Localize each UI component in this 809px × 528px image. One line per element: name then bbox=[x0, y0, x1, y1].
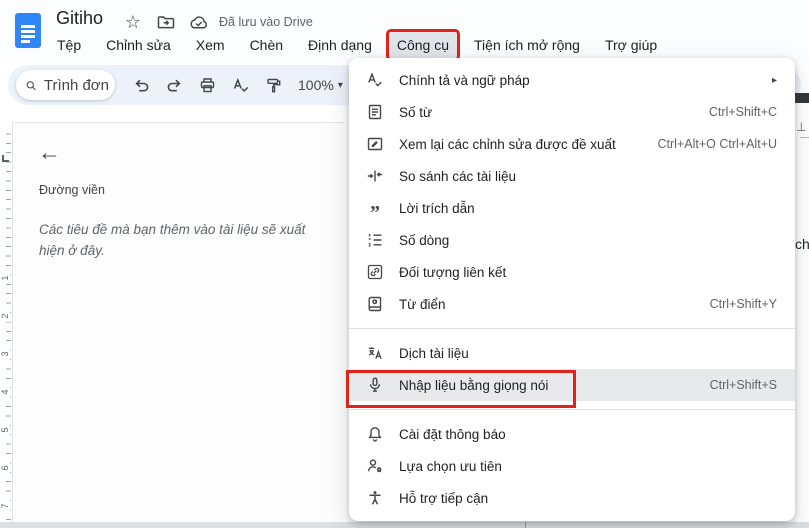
menu-item-linked-objects[interactable]: Đối tượng liên kết bbox=[349, 256, 795, 288]
spellcheck-icon bbox=[366, 71, 384, 89]
redo-button[interactable] bbox=[161, 72, 187, 98]
cloud-saved-icon[interactable] bbox=[188, 11, 210, 33]
saved-status: Đã lưu vào Drive bbox=[219, 15, 313, 29]
menu-item-preferences[interactable]: Lựa chọn ưu tiên bbox=[349, 450, 795, 482]
menu-item-citations[interactable]: ” Lời trích dẫn bbox=[349, 192, 795, 224]
right-indent-marker[interactable]: ⊥ bbox=[796, 120, 806, 134]
redo-icon bbox=[167, 79, 181, 91]
search-menus-button[interactable]: Trình đơn bbox=[16, 70, 115, 100]
print-icon bbox=[200, 77, 214, 92]
menu-item-translate-document[interactable]: Dịch tài liệu bbox=[349, 337, 795, 369]
undo-icon bbox=[134, 79, 148, 91]
preferences-icon bbox=[366, 457, 384, 475]
vertical-ruler[interactable]: 1 2 3 4 5 6 7 bbox=[0, 125, 12, 522]
outline-panel: ← Đường viền Các tiêu đề mà bạn thêm vào… bbox=[12, 122, 344, 522]
menu-item-line-numbers[interactable]: Số dòng bbox=[349, 224, 795, 256]
page-edge-line bbox=[525, 522, 526, 528]
menubar-item-extensions[interactable]: Tiện ích mở rộng bbox=[466, 32, 588, 58]
spellcheck-button[interactable] bbox=[227, 72, 253, 98]
submenu-arrow-icon: ▸ bbox=[771, 74, 777, 86]
menu-divider bbox=[349, 409, 795, 410]
ruler-number: 5 bbox=[0, 424, 10, 436]
menubar-item-help[interactable]: Trợ giúp bbox=[597, 32, 665, 58]
menu-item-compare-documents[interactable]: So sánh các tài liệu bbox=[349, 160, 795, 192]
menu-item-voice-typing[interactable]: Nhập liệu bằng giọng nói Ctrl+Shift+S bbox=[349, 369, 795, 401]
zoom-level: 100% bbox=[298, 77, 334, 93]
menu-item-spelling-grammar[interactable]: Chính tả và ngữ pháp ▸ bbox=[349, 64, 795, 96]
document-partial-text: ch bbox=[795, 236, 809, 252]
search-label: Trình đơn bbox=[43, 76, 109, 94]
menu-item-accessibility[interactable]: Hỗ trợ tiếp cận bbox=[349, 482, 795, 514]
ruler-number: 1 bbox=[0, 272, 10, 284]
spellcheck-icon bbox=[233, 77, 248, 92]
ruler-margin-marker[interactable] bbox=[2, 155, 9, 162]
menubar-item-view[interactable]: Xem bbox=[188, 32, 233, 58]
star-icon[interactable]: ☆ bbox=[122, 11, 144, 33]
translate-icon bbox=[366, 344, 384, 362]
paint-format-button[interactable] bbox=[260, 72, 286, 98]
outline-empty-hint: Các tiêu đề mà bạn thêm vào tài liệu sẽ … bbox=[39, 222, 306, 258]
menubar: Tệp Chỉnh sửa Xem Chèn Định dạng Công cụ… bbox=[49, 29, 674, 61]
menu-item-review-suggested-edits[interactable]: Xem lại các chỉnh sửa được đề xuất Ctrl+… bbox=[349, 128, 795, 160]
menubar-item-file[interactable]: Tệp bbox=[49, 32, 89, 58]
document-title[interactable]: Gitiho bbox=[56, 8, 103, 29]
outline-panel-title: Đường viền bbox=[39, 183, 105, 197]
review-edits-icon bbox=[366, 135, 384, 153]
menubar-item-insert[interactable]: Chèn bbox=[242, 32, 291, 58]
undo-button[interactable] bbox=[128, 72, 154, 98]
linked-objects-icon bbox=[366, 263, 384, 281]
ruler-number: 3 bbox=[0, 348, 10, 360]
close-outline-button[interactable]: ← bbox=[38, 141, 61, 164]
page-top-edge bbox=[800, 137, 809, 138]
menu-item-dictionary[interactable]: Từ điển Ctrl+Shift+Y bbox=[349, 288, 795, 320]
search-icon bbox=[26, 80, 36, 90]
zoom-select[interactable]: 100% ▾ bbox=[298, 77, 343, 93]
menu-item-word-count[interactable]: Số từ Ctrl+Shift+C bbox=[349, 96, 795, 128]
microphone-icon bbox=[366, 376, 384, 394]
menubar-item-tools[interactable]: Công cụ bbox=[385, 29, 461, 61]
menubar-item-format[interactable]: Định dạng bbox=[300, 32, 380, 58]
move-folder-icon[interactable] bbox=[155, 11, 177, 33]
paint-format-icon bbox=[266, 78, 280, 92]
dictionary-icon bbox=[366, 295, 384, 313]
canvas-bottom-strip bbox=[0, 522, 809, 528]
zoom-dropdown-caret: ▾ bbox=[337, 79, 343, 91]
notification-bell-icon bbox=[366, 425, 384, 443]
citations-icon: ” bbox=[370, 201, 380, 224]
print-button[interactable] bbox=[194, 72, 220, 98]
accessibility-icon bbox=[366, 489, 384, 507]
ruler-number: 2 bbox=[0, 310, 10, 322]
ruler-number: 4 bbox=[0, 386, 10, 398]
ruler-margin-bar bbox=[795, 93, 809, 103]
menu-divider bbox=[349, 328, 795, 329]
app-header: Gitiho ☆ Đã lưu vào Drive Tệp Chỉnh sửa … bbox=[0, 0, 809, 62]
tools-menu: Chính tả và ngữ pháp ▸ Số từ Ctrl+Shift+… bbox=[349, 58, 795, 521]
line-numbers-icon bbox=[366, 231, 384, 249]
ruler-number: 7 bbox=[0, 500, 10, 512]
menu-item-notification-settings[interactable]: Cài đặt thông báo bbox=[349, 418, 795, 450]
google-docs-logo-icon[interactable] bbox=[15, 13, 41, 48]
ruler-number: 6 bbox=[0, 462, 10, 474]
menubar-item-edit[interactable]: Chỉnh sửa bbox=[98, 32, 179, 58]
compare-documents-icon bbox=[366, 167, 384, 185]
word-count-icon bbox=[366, 103, 384, 121]
